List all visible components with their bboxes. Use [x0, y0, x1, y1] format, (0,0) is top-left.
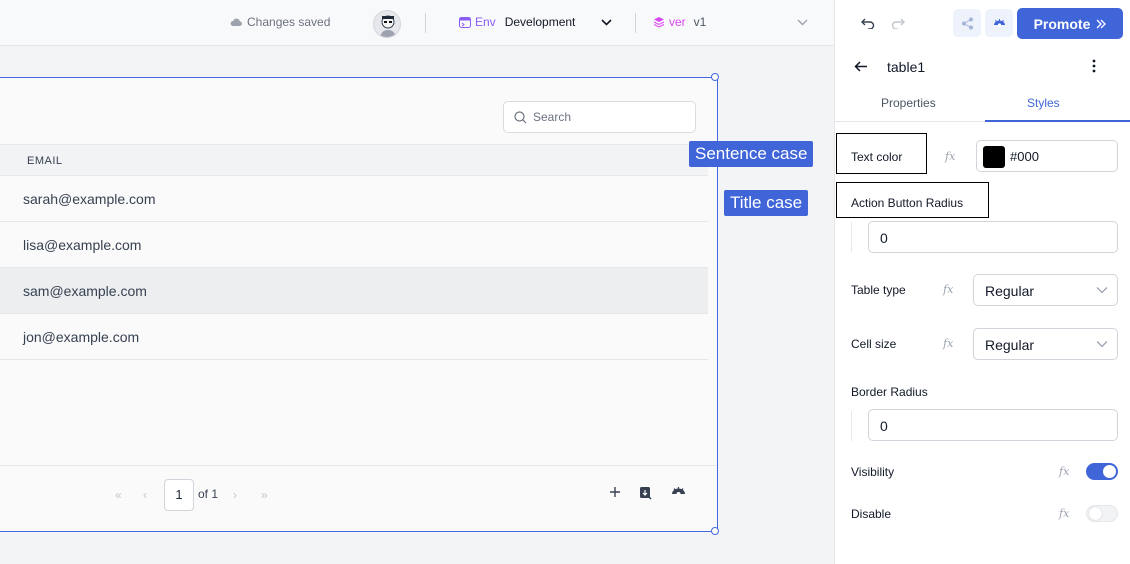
- tab-styles[interactable]: Styles: [1027, 96, 1060, 110]
- title-case-callout: Title case: [724, 190, 809, 216]
- version-value: v1: [693, 15, 707, 29]
- disable-toggle[interactable]: [1086, 505, 1118, 522]
- fx-toggle[interactable]: fx: [943, 337, 953, 350]
- cell-size-value: Regular: [985, 337, 1035, 353]
- top-bar: Changes saved Env Development ver v1: [0, 0, 834, 46]
- sentence-case-callout: Sentence case: [689, 141, 814, 167]
- action-button-radius-input[interactable]: 0: [868, 221, 1118, 253]
- table-footer: « ‹ 1 of 1 › »: [0, 465, 717, 532]
- preview-button[interactable]: [985, 9, 1013, 37]
- properties-panel: Promote table1 Properties Styles Text co…: [834, 0, 1130, 564]
- back-arrow-icon[interactable]: [854, 61, 868, 72]
- version-selector[interactable]: ver v1: [653, 15, 706, 29]
- more-options-icon[interactable]: [1092, 59, 1096, 73]
- version-tag: ver: [669, 15, 686, 29]
- first-page-button[interactable]: «: [115, 488, 122, 502]
- page-number-input[interactable]: 1: [164, 479, 194, 511]
- resize-handle[interactable]: [711, 73, 719, 81]
- environment-icon: [459, 16, 471, 28]
- panel-header: table1: [835, 46, 1130, 86]
- environment-tag: Env: [475, 15, 496, 29]
- chevron-down-icon[interactable]: [796, 16, 809, 29]
- divider: [851, 222, 852, 252]
- divider: [851, 411, 852, 441]
- prev-page-button[interactable]: ‹: [143, 488, 147, 502]
- panel-tabs: Properties Styles: [835, 86, 1130, 122]
- table-row[interactable]: jon@example.com: [0, 314, 708, 360]
- chevrons-right-icon: [1096, 19, 1107, 28]
- chevron-down-icon: [1096, 287, 1108, 294]
- canvas: Search EMAIL sarah@example.com lisa@exam…: [0, 47, 834, 564]
- environment-selector[interactable]: Env Development: [459, 15, 575, 29]
- last-page-button[interactable]: »: [261, 488, 268, 502]
- search-placeholder: Search: [533, 110, 572, 124]
- divider: [635, 13, 636, 33]
- table-type-value: Regular: [985, 283, 1035, 299]
- cell-size-label: Cell size: [851, 337, 897, 351]
- search-icon: [514, 110, 527, 123]
- table-header: EMAIL: [0, 144, 708, 176]
- save-status-text: Changes saved: [247, 15, 331, 29]
- action-button-radius-label: Action Button Radius: [851, 196, 964, 210]
- table-type-label: Table type: [851, 283, 906, 297]
- fx-toggle[interactable]: fx: [1059, 507, 1069, 520]
- undo-icon: [861, 18, 875, 29]
- table-cell: sarah@example.com: [23, 191, 156, 207]
- layers-icon: [653, 17, 665, 28]
- chevron-down-icon: [1096, 341, 1108, 348]
- redo-icon: [891, 18, 905, 29]
- text-color-picker[interactable]: #000: [976, 140, 1118, 172]
- tab-properties[interactable]: Properties: [881, 96, 936, 110]
- fx-toggle[interactable]: fx: [943, 283, 953, 296]
- component-name[interactable]: table1: [887, 59, 925, 75]
- text-color-value: #000: [1010, 149, 1039, 164]
- next-page-button[interactable]: ›: [233, 488, 237, 502]
- fx-toggle[interactable]: fx: [945, 150, 955, 163]
- fx-toggle[interactable]: fx: [1059, 465, 1069, 478]
- redo-button[interactable]: [889, 14, 907, 32]
- eye-icon[interactable]: [671, 486, 686, 499]
- table-search-input[interactable]: Search: [503, 101, 696, 133]
- cloud-icon: [230, 18, 242, 27]
- eye-icon: [993, 18, 1005, 27]
- visibility-toggle[interactable]: [1086, 463, 1118, 480]
- table-cell: lisa@example.com: [23, 237, 142, 253]
- table-row[interactable]: lisa@example.com: [0, 222, 708, 268]
- download-icon[interactable]: [639, 486, 653, 500]
- text-color-label: Text color: [851, 150, 903, 164]
- save-status: Changes saved: [230, 15, 330, 29]
- share-icon: [961, 17, 973, 29]
- toggle-knob: [1089, 507, 1102, 520]
- plus-icon[interactable]: [609, 486, 621, 498]
- table-cell: jon@example.com: [23, 329, 140, 345]
- promote-label: Promote: [1033, 15, 1091, 32]
- divider: [425, 13, 426, 33]
- share-button[interactable]: [953, 9, 981, 37]
- border-radius-label: Border Radius: [851, 385, 928, 399]
- undo-button[interactable]: [859, 14, 877, 32]
- visibility-label: Visibility: [851, 465, 895, 479]
- border-radius-value: 0: [880, 418, 888, 434]
- toggle-knob: [1103, 465, 1116, 478]
- page-count: of 1: [198, 487, 219, 501]
- action-button-radius-value: 0: [880, 230, 888, 246]
- cell-size-select[interactable]: Regular: [973, 328, 1118, 360]
- table-widget[interactable]: Search EMAIL sarah@example.com lisa@exam…: [0, 73, 719, 535]
- table-row[interactable]: sarah@example.com: [0, 176, 708, 222]
- column-header-email[interactable]: EMAIL: [27, 155, 63, 167]
- chevron-down-icon[interactable]: [600, 16, 613, 29]
- table-type-select[interactable]: Regular: [973, 274, 1118, 306]
- disable-label: Disable: [851, 507, 892, 521]
- environment-value: Development: [504, 15, 576, 29]
- table-row[interactable]: sam@example.com: [0, 268, 708, 314]
- promote-button[interactable]: Promote: [1017, 8, 1123, 39]
- avatar[interactable]: [373, 10, 401, 38]
- border-radius-input[interactable]: 0: [868, 409, 1118, 441]
- color-swatch[interactable]: [983, 146, 1005, 168]
- table-cell: sam@example.com: [23, 283, 147, 299]
- active-tab-indicator: [985, 120, 1130, 122]
